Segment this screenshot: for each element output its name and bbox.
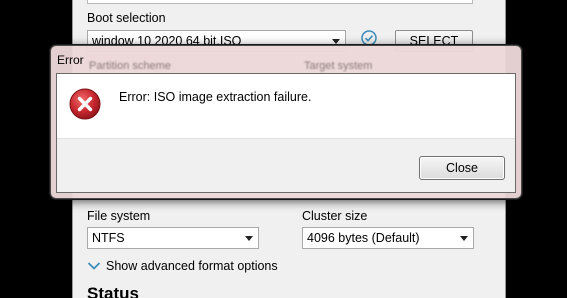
dropdown-arrow-icon [332,39,340,44]
dialog-body: Error: ISO image extraction failure. Clo… [56,73,516,193]
cluster-size-dropdown[interactable]: 4096 bytes (Default) [302,227,474,249]
chevron-down-icon [87,262,101,270]
file-system-dropdown[interactable]: NTFS [87,227,259,249]
file-system-label: File system [87,209,151,223]
boot-selection-label: Boot selection [87,11,166,25]
dropdown-arrow-icon [245,236,253,241]
dropdown-arrow-icon [460,236,468,241]
status-heading: Status [87,284,139,298]
cluster-size-label: Cluster size [302,209,368,223]
device-field-edge[interactable] [87,0,473,4]
advanced-format-label: Show advanced format options [106,259,278,273]
advanced-format-toggle[interactable]: Show advanced format options [87,259,278,273]
dialog-title: Error [57,53,84,67]
target-system-label-behind: Target system [304,60,373,72]
dialog-message-area: Error: ISO image extraction failure. [57,74,515,139]
cluster-size-value: 4096 bytes (Default) [307,231,420,245]
error-dialog: Error Partition scheme Target system Err… [50,45,522,199]
file-system-value: NTFS [92,231,125,245]
error-message: Error: ISO image extraction failure. [119,90,312,104]
error-x-icon [69,88,101,120]
check-circle-icon [361,30,377,46]
partition-scheme-label-behind: Partition scheme [89,60,171,72]
close-button[interactable]: Close [419,156,505,180]
